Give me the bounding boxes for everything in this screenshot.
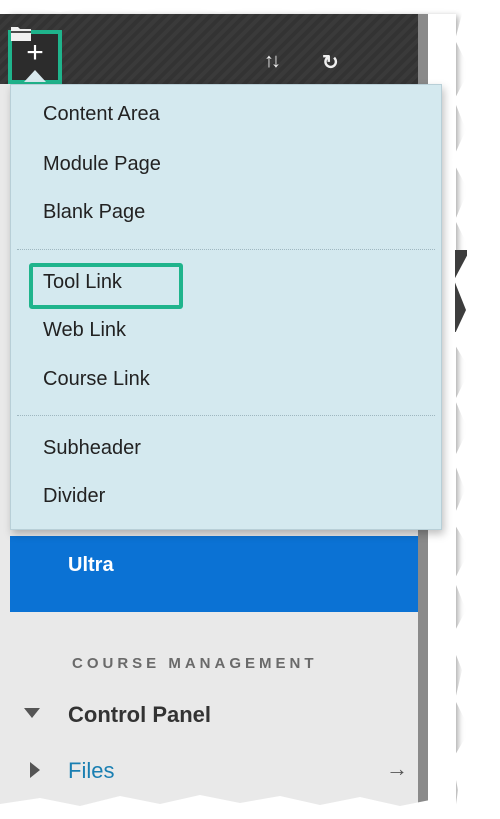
menu-item-content-area[interactable]: Content Area: [43, 103, 160, 126]
menu-item-divider[interactable]: Divider: [43, 485, 105, 508]
menu-item-tool-link[interactable]: Tool Link: [43, 271, 122, 294]
menu-item-course-link[interactable]: Course Link: [43, 368, 150, 391]
menu-pointer-arrow: [24, 70, 46, 82]
menu-item-blank-page[interactable]: Blank Page: [43, 201, 145, 224]
add-menu-dropdown: Content Area Module Page Blank Page Tool…: [10, 84, 442, 530]
menu-item-subheader[interactable]: Subheader: [43, 437, 141, 460]
reorder-icon[interactable]: ↑↓: [264, 50, 281, 73]
side-tab: [455, 250, 467, 332]
caret-right-icon: [30, 762, 40, 778]
course-menu-toolbar: + ↑↓ ↻: [0, 14, 418, 84]
menu-item-web-link[interactable]: Web Link: [43, 319, 126, 342]
ultra-label: Ultra: [68, 554, 114, 576]
menu-divider: [17, 415, 435, 416]
menu-item-module-page[interactable]: Module Page: [43, 153, 161, 176]
ultra-menu-section[interactable]: Ultra: [10, 536, 418, 612]
arrow-right-icon: →: [386, 756, 408, 781]
menu-divider: [17, 249, 435, 250]
caret-down-icon: [24, 708, 40, 718]
files-link[interactable]: Files: [68, 758, 114, 784]
course-management-header: COURSE MANAGEMENT: [72, 655, 318, 672]
control-panel-label: Control Panel: [68, 702, 212, 727]
refresh-icon[interactable]: ↻: [322, 50, 339, 75]
